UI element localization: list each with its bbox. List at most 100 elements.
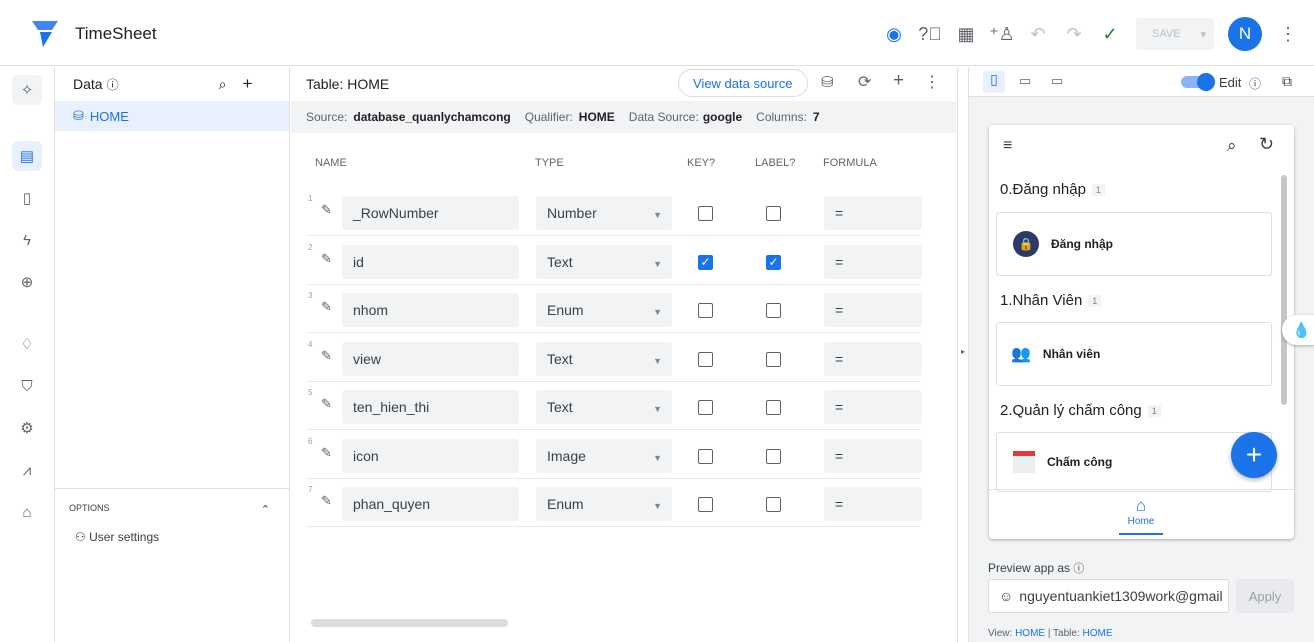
card-cham-cong[interactable]: Chấm công [996, 432, 1272, 492]
actions-icon[interactable]: ϟ [12, 225, 42, 255]
key-checkbox[interactable] [698, 303, 713, 318]
data-icon[interactable]: ▤ [12, 141, 42, 171]
table-row: 6 ✎ icon Image ▼ = [306, 431, 922, 479]
column-name-field[interactable]: view [342, 341, 519, 376]
label-checkbox[interactable]: ✓ [766, 254, 781, 270]
type-select[interactable]: Text ▼ [536, 244, 672, 279]
refresh-icon[interactable]: ⟳ [858, 72, 871, 92]
preview-icon[interactable]: ◉ [876, 16, 912, 52]
docs-icon[interactable]: ▦ [948, 16, 984, 52]
intelligence-icon[interactable]: ♢ [12, 329, 42, 359]
more-icon[interactable]: ⋮ [924, 72, 940, 92]
desktop-icon[interactable]: ▭ [1051, 73, 1063, 89]
pencil-icon[interactable]: ✎ [321, 202, 332, 218]
undo-icon[interactable]: ↶ [1020, 16, 1056, 52]
views-icon[interactable]: ▯ [12, 183, 42, 213]
horizontal-scrollbar[interactable] [311, 619, 508, 627]
paint-icon[interactable]: 💧 [1282, 315, 1314, 345]
appsheet-logo [32, 21, 58, 47]
pencil-icon[interactable]: ✎ [321, 251, 332, 267]
formula-field[interactable]: = [824, 244, 922, 279]
column-name-field[interactable]: nhom [342, 293, 519, 327]
pencil-icon[interactable]: ✎ [321, 396, 332, 412]
sync-icon[interactable]: ↻ [1259, 134, 1274, 155]
formula-field[interactable]: = [824, 438, 922, 473]
avatar[interactable]: N [1228, 17, 1262, 51]
col-header-name: NAME [315, 157, 347, 169]
add-icon[interactable]: + [242, 74, 252, 94]
column-name-field[interactable]: ten_hien_thi [342, 390, 519, 424]
edit-toggle[interactable] [1181, 73, 1215, 91]
manage-icon[interactable]: ⩘ [12, 455, 42, 485]
type-select[interactable]: Text ▼ [536, 390, 672, 424]
formula-field[interactable]: = [824, 293, 922, 327]
formula-field[interactable]: = [824, 341, 922, 376]
pencil-icon[interactable]: ✎ [321, 299, 332, 315]
column-name-field[interactable]: icon [342, 438, 519, 473]
user-settings-item[interactable]: ⚇ User settings [69, 530, 290, 544]
panel-collapse-handle[interactable]: ▸ [957, 67, 968, 642]
column-name-field[interactable]: id [342, 244, 519, 279]
label-checkbox[interactable] [766, 497, 781, 512]
search-icon[interactable]: ⌕ [1227, 136, 1237, 156]
info-icon[interactable]: ⓘ [1249, 75, 1261, 92]
label-checkbox[interactable] [766, 448, 781, 464]
menu-icon[interactable]: ≡ [1003, 137, 1012, 155]
preview-panel: ▯ ▭ ▭ Edit ⓘ ⧉ ≡ ⌕ ↻ 0.Đăng nhập 1 🔒 Đăng… [968, 67, 1314, 642]
nav-home[interactable]: ⌂ Home [1119, 496, 1163, 535]
more-vert-icon[interactable]: ⋮ [1270, 16, 1306, 52]
key-checkbox[interactable] [698, 497, 713, 512]
settings-icon[interactable]: ⚙ [12, 413, 42, 443]
formula-field[interactable]: = [824, 196, 922, 230]
add-column-icon[interactable]: + [893, 70, 904, 92]
security-icon[interactable]: ⛉ [12, 371, 42, 401]
add-fab[interactable]: + [1231, 432, 1277, 478]
tablet-icon[interactable]: ▭ [1019, 73, 1031, 89]
mobile-icon[interactable]: ▯ [983, 71, 1005, 93]
label-checkbox[interactable] [766, 303, 781, 318]
preview-email-field[interactable]: ☺ nguyentuankiet1309work@gmail [988, 579, 1229, 613]
chevron-down-icon[interactable]: ▾ [1200, 28, 1206, 41]
pencil-icon[interactable]: ✎ [321, 445, 332, 461]
column-name-field[interactable]: _RowNumber [342, 196, 519, 230]
view-data-source-button[interactable]: View data source [678, 69, 808, 97]
redo-icon[interactable]: ↷ [1056, 16, 1092, 52]
type-select[interactable]: Text ▼ [536, 341, 672, 376]
info-icon[interactable]: ⓘ [107, 76, 119, 93]
card-nhan-vien[interactable]: 👥 Nhân viên [996, 322, 1272, 386]
type-select[interactable]: Enum ▼ [536, 487, 672, 521]
col-header-type: TYPE [535, 157, 564, 169]
learn-icon[interactable]: ⌂ [12, 497, 42, 527]
label-checkbox[interactable] [766, 206, 781, 221]
card-dang-nhap[interactable]: 🔒 Đăng nhập [996, 212, 1272, 276]
wand-icon[interactable]: ✧ [12, 75, 42, 105]
share-icon[interactable]: ⁺♙ [984, 16, 1020, 52]
pencil-icon[interactable]: ✎ [321, 348, 332, 364]
formula-field[interactable]: = [824, 487, 922, 521]
label-checkbox[interactable] [766, 351, 781, 367]
key-checkbox[interactable] [698, 351, 713, 367]
save-button[interactable]: SAVE ▾ [1136, 18, 1214, 50]
key-checkbox[interactable] [698, 206, 713, 221]
search-icon[interactable]: ⌕ [219, 76, 227, 93]
check-icon[interactable]: ✓ [1092, 16, 1128, 52]
ds-label: Data Source: [628, 110, 699, 124]
column-name-field[interactable]: phan_quyen [342, 487, 519, 521]
type-select[interactable]: Number ▼ [536, 196, 672, 230]
automation-icon[interactable]: ⊕ [12, 267, 42, 297]
type-select[interactable]: Image ▼ [536, 438, 672, 473]
type-select[interactable]: Enum ▼ [536, 293, 672, 327]
data-item-home[interactable]: ⛁ HOME [55, 101, 289, 131]
open-external-icon[interactable]: ⧉ [1282, 73, 1292, 90]
help-icon[interactable]: ?⃝ [912, 16, 948, 52]
label-checkbox[interactable] [766, 400, 781, 415]
key-checkbox[interactable] [698, 400, 713, 415]
phone-scrollbar[interactable] [1281, 175, 1287, 405]
chevron-up-icon[interactable]: ⌃ [261, 503, 270, 516]
key-checkbox[interactable] [698, 448, 713, 464]
key-checkbox[interactable]: ✓ [698, 254, 713, 270]
formula-field[interactable]: = [824, 390, 922, 424]
apply-button[interactable]: Apply [1236, 579, 1294, 613]
pencil-icon[interactable]: ✎ [321, 493, 332, 509]
regenerate-icon[interactable]: ⛁ [821, 73, 834, 91]
